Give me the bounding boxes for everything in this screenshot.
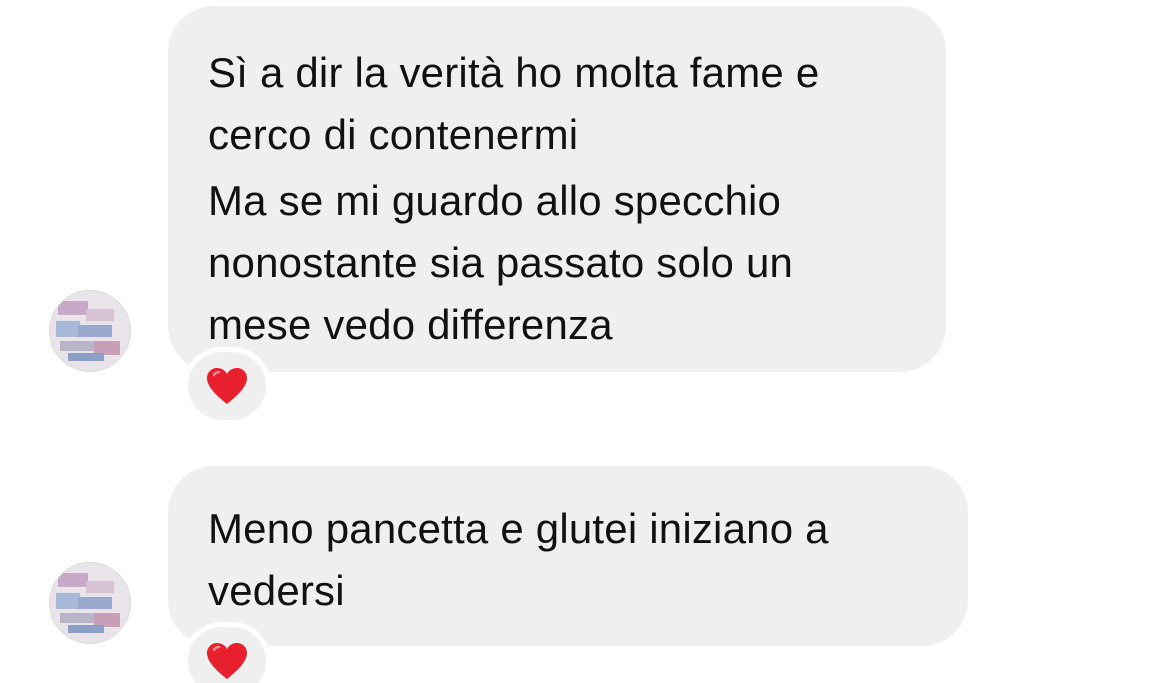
avatar[interactable]	[49, 562, 131, 644]
avatar[interactable]	[49, 290, 131, 372]
message-bubble[interactable]: Sì a dir la verità ho molta fame e cerco…	[168, 6, 946, 372]
reaction-badge[interactable]	[183, 622, 271, 683]
reaction-badge[interactable]	[183, 347, 271, 425]
avatar-image	[50, 291, 130, 371]
message-text: Ma se mi guardo allo specchio nonostante…	[208, 177, 794, 348]
chat-thread: Sì a dir la verità ho molta fame e cerco…	[0, 0, 1170, 683]
message-bubble[interactable]: Meno pancetta e glutei iniziano a veders…	[168, 466, 968, 646]
message-text: Sì a dir la verità ho molta fame e cerco…	[208, 49, 820, 158]
avatar-image	[50, 563, 130, 643]
heart-icon	[207, 643, 247, 679]
heart-icon	[207, 368, 247, 404]
message-text: Meno pancetta e glutei iniziano a veders…	[208, 505, 829, 614]
